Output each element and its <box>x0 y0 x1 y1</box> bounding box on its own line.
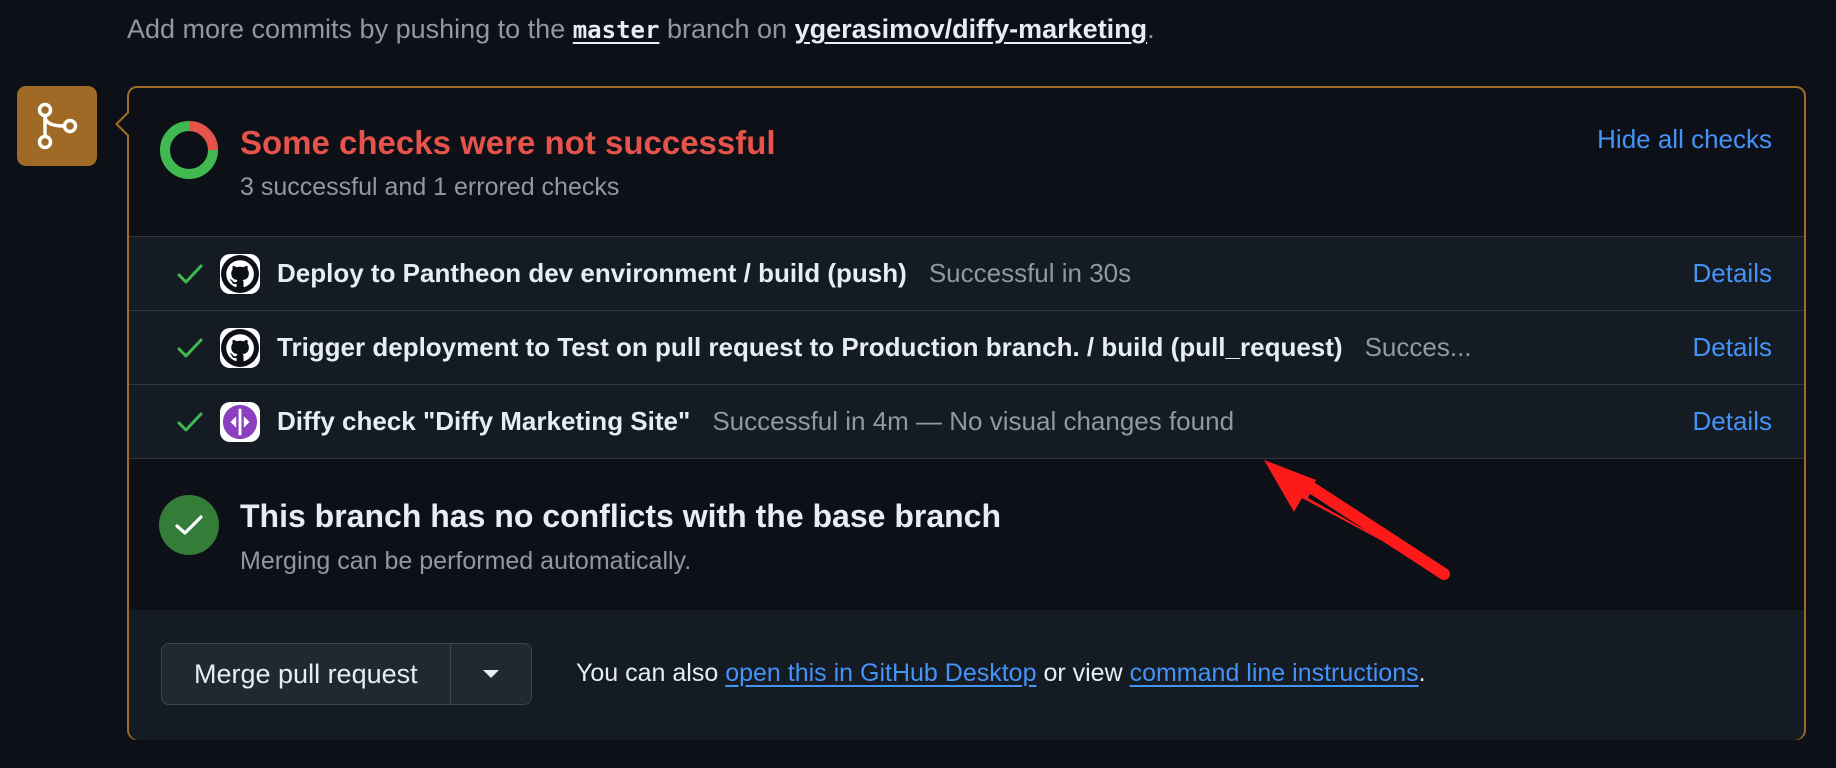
check-row: Deploy to Pantheon dev environment / bui… <box>129 237 1804 311</box>
git-merge-icon <box>17 86 97 166</box>
check-icon <box>177 338 203 358</box>
merge-text-prefix: You can also <box>576 659 719 687</box>
check-status: Successful in 30s <box>928 258 1132 288</box>
check-row: Diffy check "Diffy Marketing Site" Succes… <box>129 385 1804 459</box>
details-link[interactable]: Details <box>1693 406 1772 437</box>
check-icon <box>177 264 203 284</box>
github-icon <box>220 328 260 368</box>
check-title: Trigger deployment to Test on pull reque… <box>277 332 1343 362</box>
check-status: Succes... <box>1364 332 1472 362</box>
merge-text-middle: or view <box>1043 659 1123 687</box>
checks-summary-title: Some checks were not successful <box>240 124 776 161</box>
command-line-instructions-link[interactable]: command line instructions <box>1130 659 1419 687</box>
push-hint-prefix: Add more commits by pushing to the <box>127 14 566 44</box>
merge-text-suffix: . <box>1418 659 1426 687</box>
annotation-arrow-icon <box>1264 460 1450 580</box>
github-desktop-link[interactable]: open this in GitHub Desktop <box>725 659 1036 687</box>
conflicts-title: This branch has no conflicts with the ba… <box>240 498 1002 534</box>
checks-summary-subtitle: 3 successful and 1 errored checks <box>240 173 620 201</box>
merge-options-dropdown[interactable] <box>449 644 531 704</box>
push-hint-suffix: . <box>1147 14 1155 44</box>
check-name: Trigger deployment to Test on pull reque… <box>277 332 1472 363</box>
checks-donut-icon <box>160 121 218 179</box>
check-name: Diffy check "Diffy Marketing Site" Succes… <box>277 406 1234 437</box>
panel-pointer-inner <box>118 113 129 135</box>
hide-all-checks-link[interactable]: Hide all checks <box>1597 124 1772 155</box>
push-hint: Add more commits by pushing to the maste… <box>127 14 1155 45</box>
check-title: Deploy to Pantheon dev environment / bui… <box>277 258 907 288</box>
check-title: Diffy check "Diffy Marketing Site" <box>277 406 691 436</box>
merge-button-group: Merge pull request <box>161 643 532 705</box>
repo-link[interactable]: ygerasimov/diffy-marketing <box>795 14 1148 44</box>
details-link[interactable]: Details <box>1693 258 1772 289</box>
branch-name[interactable]: master <box>573 16 660 44</box>
checks-list: Deploy to Pantheon dev environment / bui… <box>129 236 1804 459</box>
merge-alternatives: You can also open this in GitHub Desktop… <box>576 659 1426 688</box>
diffy-icon <box>220 402 260 442</box>
checks-summary: Some checks were not successful 3 succes… <box>129 88 1804 236</box>
push-hint-middle: branch on <box>666 14 788 44</box>
conflicts-section: This branch has no conflicts with the ba… <box>129 462 1804 611</box>
github-icon <box>220 254 260 294</box>
merge-pull-request-button[interactable]: Merge pull request <box>162 644 450 704</box>
conflicts-subtitle: Merging can be performed automatically. <box>240 547 692 575</box>
merge-actions: Merge pull request You can also open thi… <box>129 610 1804 740</box>
success-check-icon <box>159 495 219 555</box>
check-icon <box>177 412 203 432</box>
details-link[interactable]: Details <box>1693 332 1772 363</box>
check-status: Successful in 4m — No visual changes fou… <box>712 406 1235 436</box>
caret-down-icon <box>482 670 499 678</box>
merge-box: Some checks were not successful 3 succes… <box>127 86 1806 740</box>
check-row: Trigger deployment to Test on pull reque… <box>129 311 1804 385</box>
check-name: Deploy to Pantheon dev environment / bui… <box>277 258 1131 289</box>
